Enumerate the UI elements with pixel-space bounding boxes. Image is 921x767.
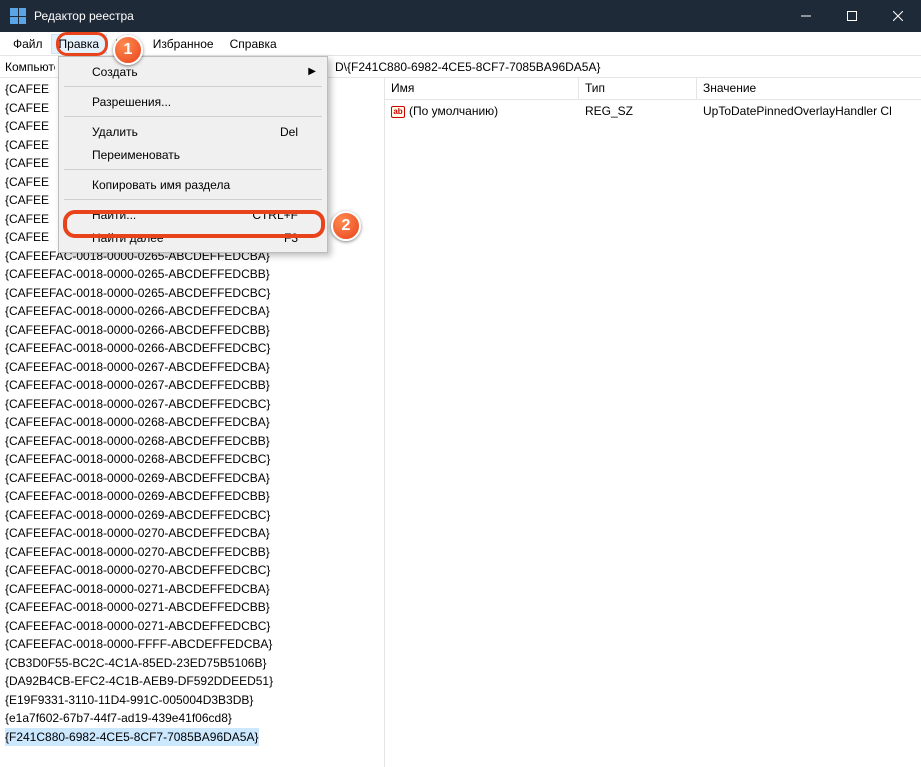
tree-item[interactable]: {CAFEEFAC-0018-0000-FFFF-ABCDEFFEDCBA} xyxy=(5,635,384,654)
tree-item[interactable]: {CAFEEFAC-0018-0000-0267-ABCDEFFEDCBB} xyxy=(5,376,384,395)
dd-find-next[interactable]: Найти далееF3 xyxy=(62,226,324,249)
tree-item[interactable]: {CAFEEFAC-0018-0000-0270-ABCDEFFEDCBA} xyxy=(5,524,384,543)
tree-item[interactable]: {CAFEEFAC-0018-0000-0266-ABCDEFFEDCBB} xyxy=(5,321,384,340)
dd-rename[interactable]: Переименовать xyxy=(62,143,324,166)
cell-value: UpToDatePinnedOverlayHandler Cl xyxy=(697,102,917,120)
dd-separator xyxy=(64,116,322,117)
col-type[interactable]: Тип xyxy=(579,78,697,99)
address-root: Компьютер xyxy=(5,60,55,74)
tree-item[interactable]: {CAFEEFAC-0018-0000-0269-ABCDEFFEDCBB} xyxy=(5,487,384,506)
annotation-badge-1: 1 xyxy=(113,35,143,65)
tree-item[interactable]: {CAFEEFAC-0018-0000-0271-ABCDEFFEDCBA} xyxy=(5,580,384,599)
tree-item[interactable]: {CAFEEFAC-0018-0000-0269-ABCDEFFEDCBA} xyxy=(5,469,384,488)
close-button[interactable] xyxy=(875,0,921,32)
col-value[interactable]: Значение xyxy=(697,78,917,99)
tree-item[interactable]: {CAFEEFAC-0018-0000-0266-ABCDEFFEDCBA} xyxy=(5,302,384,321)
app-icon xyxy=(10,8,26,24)
tree-item[interactable]: {CAFEEFAC-0018-0000-0264-ABCDEFFEDCBB} xyxy=(5,173,50,192)
minimize-button[interactable] xyxy=(783,0,829,32)
cell-type: REG_SZ xyxy=(579,102,697,120)
submenu-arrow-icon: ▶ xyxy=(308,66,316,77)
tree-item[interactable]: {CAFEEFAC-0018-0000-0268-ABCDEFFEDCBB} xyxy=(5,432,384,451)
tree-item[interactable]: {CAFEEFAC-0018-0000-0265-ABCDEFFEDCBB} xyxy=(5,210,50,229)
tree-item[interactable]: {CAFEEFAC-0018-0000-0270-ABCDEFFEDCBC} xyxy=(5,561,384,580)
maximize-button[interactable] xyxy=(829,0,875,32)
tree-item[interactable]: {CAFEEFAC-0018-0000-0267-ABCDEFFEDCBA} xyxy=(5,358,384,377)
title-bar: Редактор реестра xyxy=(0,0,921,32)
tree-item-selected[interactable]: {F241C880-6982-4CE5-8CF7-7085BA96DA5A} xyxy=(5,728,384,747)
dd-find[interactable]: Найти...CTRL+F xyxy=(62,203,324,226)
window-title: Редактор реестра xyxy=(34,9,134,23)
annotation-badge-2: 2 xyxy=(331,211,361,241)
tree-item[interactable]: {CAFEEFAC-0018-0000-0268-ABCDEFFEDCBA} xyxy=(5,413,384,432)
dd-separator xyxy=(64,86,322,87)
tree-item[interactable]: {CB3D0F55-BC2C-4C1A-85ED-23ED75B5106B} xyxy=(5,654,384,673)
tree-item[interactable]: {CAFEEFAC-0018-0000-0264-ABCDEFFEDCBA} xyxy=(5,154,50,173)
tree-item[interactable]: {CAFEEFAC-0018-0000-0271-ABCDEFFEDCBC} xyxy=(5,617,384,636)
menu-favorites[interactable]: Избранное xyxy=(145,34,222,54)
col-name[interactable]: Имя xyxy=(385,78,579,99)
dd-copy-key[interactable]: Копировать имя раздела xyxy=(62,173,324,196)
tree-item[interactable]: {CAFEEFAC-0018-0000-0265-ABCDEFFEDCBA} xyxy=(5,191,50,210)
window-controls xyxy=(783,0,921,32)
tree-item[interactable]: {CAFEEFAC-0018-0000-0262-ABCDEFFEDCBB} xyxy=(5,99,50,118)
value-name: (По умолчанию) xyxy=(409,104,498,118)
dd-separator xyxy=(64,169,322,170)
tree-item[interactable]: {CAFEEFAC-0018-0000-0270-ABCDEFFEDCBB} xyxy=(5,543,384,562)
tree-item[interactable]: {E19F9331-3110-11D4-991C-005004D3B3DB} xyxy=(5,691,384,710)
cell-name: ab (По умолчанию) xyxy=(385,102,579,120)
list-row[interactable]: ab (По умолчанию) REG_SZ UpToDatePinnedOv… xyxy=(385,100,921,120)
string-value-icon: ab xyxy=(391,106,405,118)
menu-file[interactable]: Файл xyxy=(5,34,51,54)
list-header[interactable]: Имя Тип Значение xyxy=(385,78,921,100)
tree-item[interactable]: {CAFEEFAC-0018-0000-0266-ABCDEFFEDCBC} xyxy=(5,339,384,358)
dd-new[interactable]: Создать▶ xyxy=(62,60,324,83)
tree-item[interactable]: {CAFEEFAC-0018-0000-0265-ABCDEFFEDCBC} xyxy=(5,284,384,303)
menu-edit[interactable]: Правка xyxy=(51,34,108,54)
tree-item[interactable]: {CAFEEFAC-0018-0000-0265-ABCDEFFEDCBC} xyxy=(5,228,50,247)
dd-delete[interactable]: УдалитьDel xyxy=(62,120,324,143)
tree-item[interactable]: {CAFEEFAC-0018-0000-0271-ABCDEFFEDCBB} xyxy=(5,598,384,617)
menu-help[interactable]: Справка xyxy=(222,34,285,54)
tree-item[interactable]: {e1a7f602-67b7-44f7-ad19-439e41f06cd8} xyxy=(5,709,384,728)
tree-item[interactable]: {CAFEEFAC-0018-0000-0263-ABCDEFFEDCBA} xyxy=(5,117,50,136)
tree-item[interactable]: {DA92B4CB-EFC2-4C1B-AEB9-DF592DDEED51} xyxy=(5,672,384,691)
values-panel[interactable]: Имя Тип Значение ab (По умолчанию) REG_SZ… xyxy=(385,78,921,767)
dd-permissions[interactable]: Разрешения... xyxy=(62,90,324,113)
tree-item[interactable]: {CAFEEFAC-0018-0000-0265-ABCDEFFEDCBB} xyxy=(5,265,384,284)
tree-item[interactable]: {CAFEEFAC-0018-0000-0262-ABCDEFFEDCBA} xyxy=(5,80,50,99)
edit-dropdown: Создать▶ Разрешения... УдалитьDel Переим… xyxy=(58,56,328,253)
tree-item[interactable]: {CAFEEFAC-0018-0000-0268-ABCDEFFEDCBC} xyxy=(5,450,384,469)
tree-item[interactable]: {CAFEEFAC-0018-0000-0263-ABCDEFFEDCBB} xyxy=(5,136,50,155)
tree-item[interactable]: {CAFEEFAC-0018-0000-0267-ABCDEFFEDCBC} xyxy=(5,395,384,414)
dd-separator xyxy=(64,199,322,200)
tree-item[interactable]: {CAFEEFAC-0018-0000-0269-ABCDEFFEDCBC} xyxy=(5,506,384,525)
